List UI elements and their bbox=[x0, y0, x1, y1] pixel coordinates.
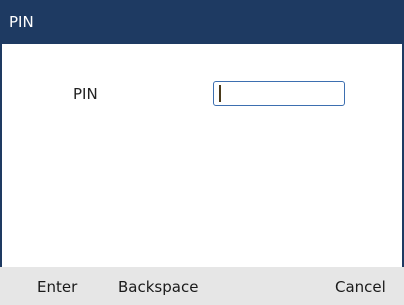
pin-input[interactable] bbox=[213, 81, 345, 106]
title-bar: PIN bbox=[0, 0, 404, 44]
left-border bbox=[0, 44, 2, 267]
softkey-bar: Enter Backspace Cancel bbox=[0, 267, 404, 305]
pin-label: PIN bbox=[73, 85, 98, 103]
cancel-softkey[interactable]: Cancel bbox=[335, 278, 386, 296]
enter-softkey[interactable]: Enter bbox=[37, 278, 77, 296]
text-cursor bbox=[219, 85, 221, 102]
backspace-softkey[interactable]: Backspace bbox=[118, 278, 198, 296]
screen-title: PIN bbox=[9, 13, 34, 31]
phone-screen: PIN PIN Enter Backspace Cancel bbox=[0, 0, 404, 305]
